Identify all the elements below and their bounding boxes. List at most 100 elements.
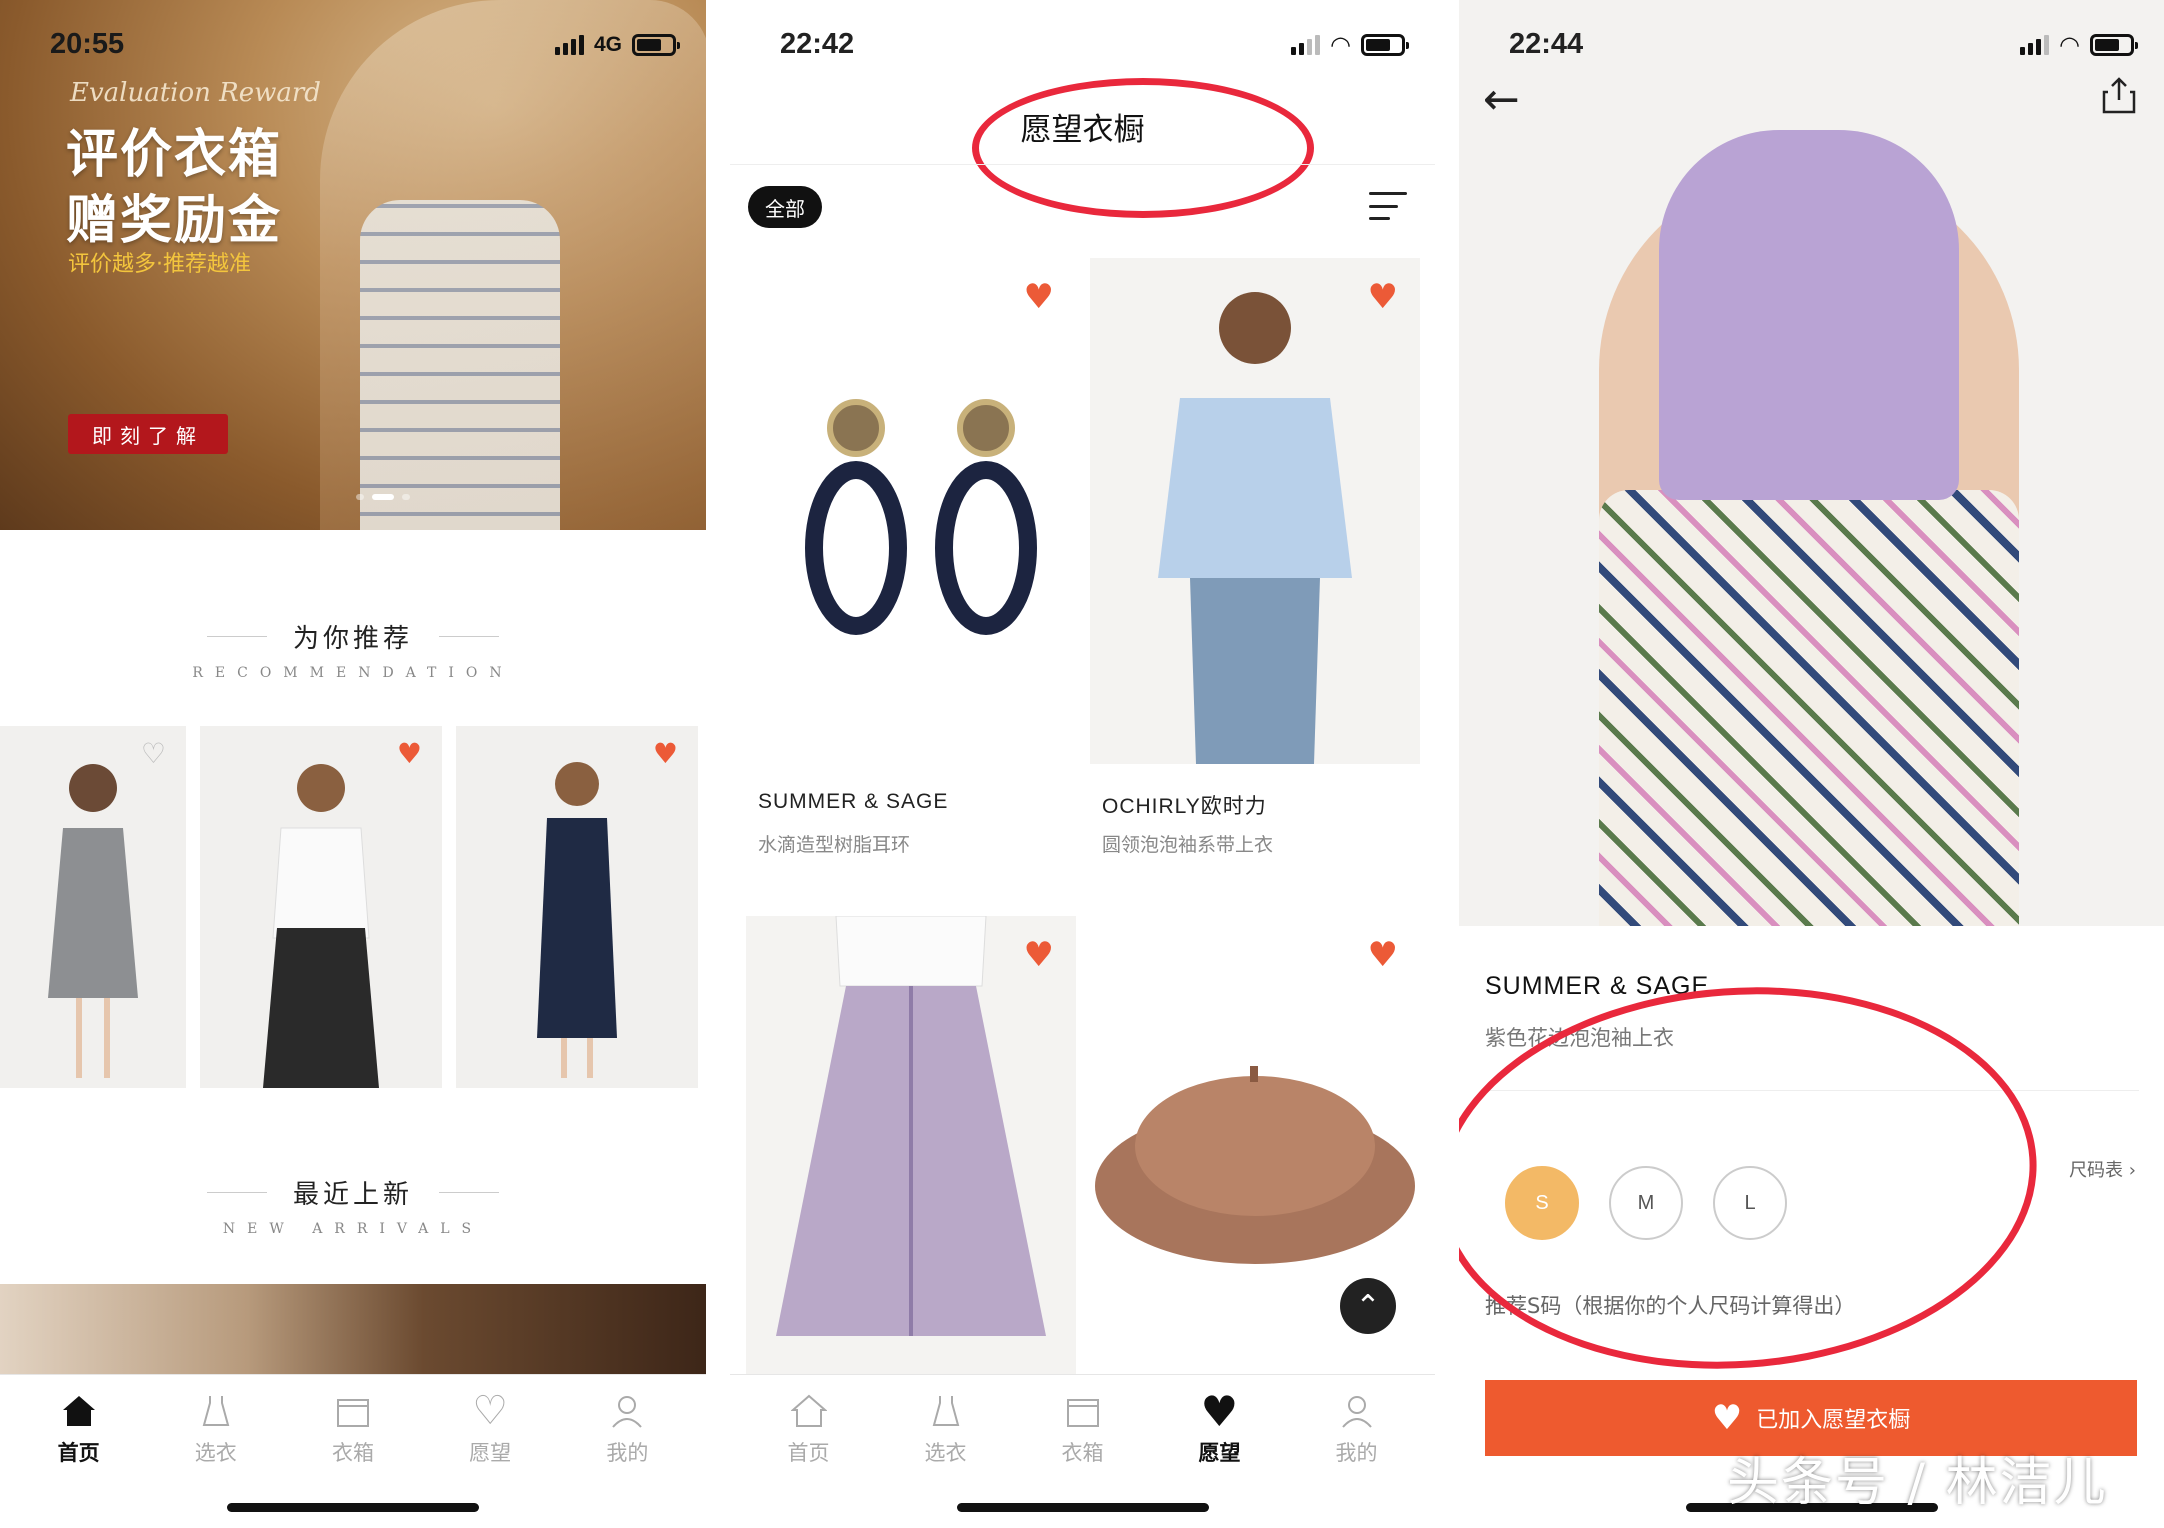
tab-choose[interactable]: 选衣 (886, 1391, 1006, 1467)
box-icon (332, 1391, 374, 1431)
heart-filled-icon[interactable]: ♥ (1368, 938, 1398, 972)
annotation-circle (972, 78, 1314, 218)
battery-icon (1361, 34, 1409, 56)
wish-item[interactable]: ♥ SUMMER & SAGE 水滴造型树脂耳环 (746, 258, 1076, 858)
tab-me[interactable]: 我的 (1297, 1391, 1417, 1467)
person-icon (606, 1391, 648, 1431)
tab-me[interactable]: 我的 (567, 1391, 687, 1467)
menu-icon[interactable] (1369, 192, 1407, 220)
status-icons: ◠ (2020, 31, 2138, 59)
tab-label: 选衣 (924, 1441, 967, 1465)
dress-icon (195, 1391, 237, 1431)
item-name: 圆领泡泡袖系带上衣 (1102, 834, 1274, 856)
wish-button-label: 已加入愿望衣橱 (1756, 1408, 1911, 1433)
recommend-item[interactable]: ♥ (456, 726, 698, 1088)
wifi-icon: ◠ (1330, 31, 1351, 59)
wish-item[interactable]: ♥ (746, 916, 1076, 1374)
item-brand: SUMMER & SAGE (758, 790, 949, 813)
wish-item[interactable]: ♥ OCHIRLY欧时力 圆领泡泡袖系带上衣 (1090, 258, 1420, 858)
home-icon (58, 1391, 100, 1431)
screen-wishlist: 22:42 ◠ 愿望衣橱 全部 ♥ SUMMER & SAGE 水滴造型树脂耳环 (730, 0, 1435, 1528)
recommend-item[interactable]: ♡ (0, 726, 186, 1088)
tab-label: 首页 (57, 1441, 100, 1465)
carousel-dots[interactable] (356, 494, 410, 500)
hero-subtitle: 评价越多·推荐越准 (68, 252, 251, 277)
new-arrival-banner[interactable] (0, 1284, 706, 1374)
battery-icon (2090, 34, 2138, 56)
hero-dress-image (360, 200, 560, 530)
tab-wish[interactable]: ♡ 愿望 (430, 1388, 550, 1467)
heart-filled-icon[interactable]: ♥ (1024, 280, 1054, 314)
product-image (537, 762, 617, 1078)
product-image (1090, 258, 1420, 764)
hero-banner[interactable]: Evaluation Reward 评价衣箱 赠奖励金 评价越多·推荐越准 即刻… (0, 0, 706, 530)
tab-box[interactable]: 衣箱 (293, 1391, 413, 1467)
heart-filled-icon: ♥ (1200, 1386, 1239, 1436)
tab-choose[interactable]: 选衣 (156, 1391, 276, 1467)
hero-learn-more-button[interactable]: 即刻了解 (68, 414, 228, 454)
tab-wish[interactable]: ♥ 愿望 (1160, 1386, 1280, 1467)
recommend-header: 为你推荐 RECOMMENDATION (0, 618, 706, 681)
tab-home[interactable]: 首页 (19, 1391, 139, 1467)
recommend-subtitle: RECOMMENDATION (192, 665, 514, 681)
heart-filled-icon[interactable]: ♥ (397, 740, 422, 768)
home-indicator (956, 1503, 1209, 1512)
dress-icon (925, 1391, 967, 1431)
home-indicator (227, 1503, 479, 1512)
product-image (48, 764, 138, 1078)
size-chart-link[interactable]: 尺码表 › (2069, 1156, 2136, 1182)
heart-filled-icon[interactable]: ♥ (1368, 280, 1398, 314)
person-icon (1336, 1391, 1378, 1431)
watermark-text: 头条号 / 林洁儿 (1727, 1453, 2108, 1513)
tab-label: 愿望 (469, 1441, 512, 1465)
network-label: 4G (593, 33, 622, 56)
product-image[interactable] (1459, 0, 2164, 926)
item-name: 水滴造型树脂耳环 (758, 834, 911, 856)
home-icon (788, 1391, 830, 1431)
recommend-title: 为你推荐 (207, 618, 499, 655)
heart-icon: ♡ (472, 1388, 509, 1434)
item-brand: OCHIRLY欧时力 (1102, 795, 1267, 818)
product-image (746, 916, 1076, 1374)
tab-label: 衣箱 (331, 1441, 374, 1465)
heart-outline-icon[interactable]: ♡ (141, 740, 166, 768)
heart-filled-icon[interactable]: ♥ (1024, 938, 1054, 972)
tab-box[interactable]: 衣箱 (1023, 1391, 1143, 1467)
share-icon[interactable] (2102, 76, 2136, 114)
status-time: 20:55 (50, 28, 125, 60)
tab-bar: 首页 选衣 衣箱 ♡ 愿望 我的 (0, 1374, 706, 1528)
product-image (746, 258, 1076, 764)
status-time: 22:42 (780, 28, 855, 60)
tab-label: 首页 (787, 1441, 830, 1465)
status-time: 22:44 (1509, 28, 1584, 60)
tab-home[interactable]: 首页 (749, 1391, 869, 1467)
tab-label: 愿望 (1198, 1441, 1241, 1465)
product-image (263, 764, 379, 1088)
chevron-up-icon: ⌃ (1355, 1288, 1381, 1324)
hero-title-line2: 赠奖励金 (66, 191, 283, 251)
divider (730, 164, 1435, 165)
battery-icon (632, 34, 680, 56)
status-icons: ◠ (1291, 31, 1409, 59)
heart-filled-icon[interactable]: ♥ (653, 740, 678, 768)
box-icon (1062, 1391, 1104, 1431)
arrivals-subtitle: NEW ARRIVALS (222, 1221, 484, 1237)
tab-bar: 首页 选衣 衣箱 ♥ 愿望 我的 (730, 1374, 1435, 1528)
scroll-to-top-button[interactable]: ⌃ (1340, 1278, 1396, 1334)
tab-label: 选衣 (194, 1441, 237, 1465)
signal-icon (1291, 35, 1321, 55)
status-icons: 4G (554, 32, 680, 58)
back-arrow-icon[interactable]: ← (1483, 78, 1520, 122)
size-chart-label: 尺码表 (2069, 1160, 2124, 1181)
signal-icon (554, 35, 584, 55)
tab-label: 衣箱 (1061, 1441, 1104, 1465)
arrivals-title: 最近上新 (207, 1174, 499, 1211)
recommend-item[interactable]: ♥ (200, 726, 442, 1088)
hero-script-text: Evaluation Reward (70, 78, 321, 108)
screen-product-detail: 22:44 ◠ ← SUMMER & SAGE 紫色花边泡泡袖上衣 尺码表 › … (1459, 0, 2164, 1528)
tab-label: 我的 (606, 1441, 649, 1465)
signal-icon (2020, 35, 2050, 55)
screen-home: Evaluation Reward 评价衣箱 赠奖励金 评价越多·推荐越准 即刻… (0, 0, 706, 1528)
filter-all-button[interactable]: 全部 (748, 186, 822, 228)
chevron-right-icon: › (2128, 1160, 2136, 1181)
